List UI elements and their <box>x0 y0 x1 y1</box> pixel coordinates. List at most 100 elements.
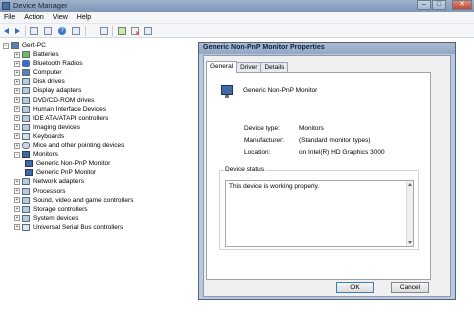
ide-controller-icon <box>22 114 30 122</box>
expand-icon[interactable]: + <box>14 69 20 76</box>
collapse-icon[interactable]: - <box>14 151 20 158</box>
bluetooth-icon <box>22 60 30 68</box>
tree-category[interactable]: + Bluetooth Radios <box>14 59 83 68</box>
expand-icon[interactable]: + <box>14 133 20 140</box>
expand-icon[interactable]: + <box>14 124 20 131</box>
tree-child-item[interactable]: Generic PnP Monitor <box>25 168 96 177</box>
expand-icon[interactable]: + <box>14 197 20 204</box>
sound-icon <box>22 196 30 204</box>
expand-icon[interactable]: + <box>14 87 20 94</box>
expand-icon[interactable]: + <box>14 188 20 194</box>
dialog-body: General Driver Details Generic Non-PnP M… <box>203 55 451 297</box>
title-bar[interactable]: Device Manager – □ ✕ <box>0 0 474 12</box>
monitor-icon <box>25 160 33 168</box>
expand-icon[interactable]: + <box>14 78 20 85</box>
scroll-up-icon[interactable] <box>408 183 412 186</box>
tree-category[interactable]: + Universal Serial Bus controllers <box>14 223 123 232</box>
system-icon <box>22 214 30 222</box>
device-type-value: Monitors <box>299 125 324 132</box>
disk-drive-icon <box>22 78 30 86</box>
dvd-drive-icon <box>22 96 30 104</box>
general-panel: Generic Non-PnP Monitor Device type: Mon… <box>206 72 431 280</box>
monitor-icon <box>22 151 30 159</box>
tree-child-item[interactable]: Generic Non-PnP Monitor <box>25 159 110 168</box>
ok-button[interactable]: OK <box>336 282 374 293</box>
tree-category[interactable]: + Imaging devices <box>14 123 80 132</box>
dialog-title: Generic Non-PnP Monitor Properties <box>203 44 325 51</box>
display-adapter-icon <box>22 87 30 95</box>
tree-category[interactable]: + Keyboards <box>14 132 64 141</box>
tab-general[interactable]: General <box>206 61 238 73</box>
tree-item-label: Generic PnP Monitor <box>36 169 97 177</box>
tree-root[interactable]: − Gert-PC <box>3 41 46 50</box>
manufacturer-label: Manufacturer: <box>244 137 285 144</box>
expand-icon[interactable]: + <box>14 60 20 67</box>
disable-device-icon[interactable] <box>144 27 152 35</box>
location-value: on Intel(R) HD Graphics 3000 <box>299 149 385 156</box>
scroll-down-icon[interactable] <box>408 241 412 244</box>
expand-icon[interactable]: + <box>14 206 20 213</box>
tab-driver[interactable]: Driver <box>236 62 262 72</box>
tree-category[interactable]: + Network adapters <box>14 177 84 186</box>
dialog-title-bar[interactable]: Generic Non-PnP Monitor Properties <box>199 43 455 54</box>
expand-icon[interactable]: + <box>14 178 20 185</box>
enable-device-icon[interactable] <box>118 27 126 35</box>
computer-icon <box>22 69 30 77</box>
tree-item-label: Batteries <box>33 51 59 58</box>
expand-icon[interactable]: + <box>14 215 20 222</box>
device-header: Generic Non-PnP Monitor <box>221 85 318 98</box>
forward-icon[interactable] <box>13 27 21 35</box>
tree-category[interactable]: + Mice and other pointing devices <box>14 141 124 150</box>
menu-help[interactable]: Help <box>73 12 96 23</box>
menu-action[interactable]: Action <box>20 12 48 23</box>
tree-category[interactable]: - Monitors <box>14 150 58 159</box>
tab-details[interactable]: Details <box>260 62 289 72</box>
expand-icon[interactable]: + <box>14 51 20 58</box>
tree-root-label: Gert-PC <box>22 42 46 49</box>
tree-category[interactable]: + Sound, video and game controllers <box>14 196 133 205</box>
battery-icon <box>22 51 30 58</box>
device-status-textbox[interactable]: This device is working properly. <box>225 180 414 247</box>
window-title: Device Manager <box>13 1 68 10</box>
cancel-button[interactable]: Cancel <box>391 282 429 293</box>
location-label: Location: <box>244 149 271 156</box>
scan-hardware-icon[interactable] <box>100 27 108 35</box>
tree-category[interactable]: + DVD/CD-ROM drives <box>14 96 94 105</box>
tree-category[interactable]: + Storage controllers <box>14 205 88 214</box>
help-icon[interactable]: ? <box>58 27 66 35</box>
menu-view[interactable]: View <box>49 12 73 23</box>
maximize-button[interactable]: □ <box>432 0 446 10</box>
tree-category[interactable]: + Processors <box>14 187 66 196</box>
collapse-icon[interactable]: − <box>3 42 9 49</box>
status-scrollbar[interactable] <box>406 181 413 246</box>
expand-icon[interactable]: + <box>14 97 20 103</box>
keyboard-icon <box>22 132 30 140</box>
tree-category[interactable]: + Display adapters <box>14 86 81 95</box>
uninstall-icon[interactable] <box>131 27 140 37</box>
tree-category[interactable]: + Disk drives <box>14 77 65 86</box>
tree-category[interactable]: + Batteries <box>14 50 59 59</box>
tree-category[interactable]: + Computer <box>14 68 62 77</box>
tree-item-label: System devices <box>33 214 79 222</box>
device-status-text: This device is working properly. <box>229 183 320 190</box>
expand-icon[interactable]: + <box>14 142 20 149</box>
tree-item-label: Processors <box>33 187 66 195</box>
mouse-icon <box>22 142 30 149</box>
tree-category[interactable]: + Human Interface Devices <box>14 105 106 114</box>
properties-icon[interactable] <box>44 27 52 35</box>
device-name: Generic Non-PnP Monitor <box>243 86 318 94</box>
close-button[interactable]: ✕ <box>452 0 472 10</box>
tree-category[interactable]: + System devices <box>14 214 79 223</box>
expand-icon[interactable]: + <box>14 224 20 231</box>
update-driver-icon[interactable] <box>72 27 80 35</box>
minimize-button[interactable]: – <box>417 0 431 10</box>
show-hide-tree-icon[interactable] <box>30 27 38 35</box>
tree-category[interactable]: + IDE ATA/ATAPI controllers <box>14 114 108 123</box>
tree-item-label: Display adapters <box>33 87 82 95</box>
expand-icon[interactable]: + <box>14 106 20 113</box>
menu-file[interactable]: File <box>0 12 20 23</box>
back-icon[interactable] <box>3 27 11 35</box>
tree-item-label: IDE ATA/ATAPI controllers <box>33 114 109 122</box>
expand-icon[interactable]: + <box>14 115 20 122</box>
hid-icon <box>22 105 30 113</box>
